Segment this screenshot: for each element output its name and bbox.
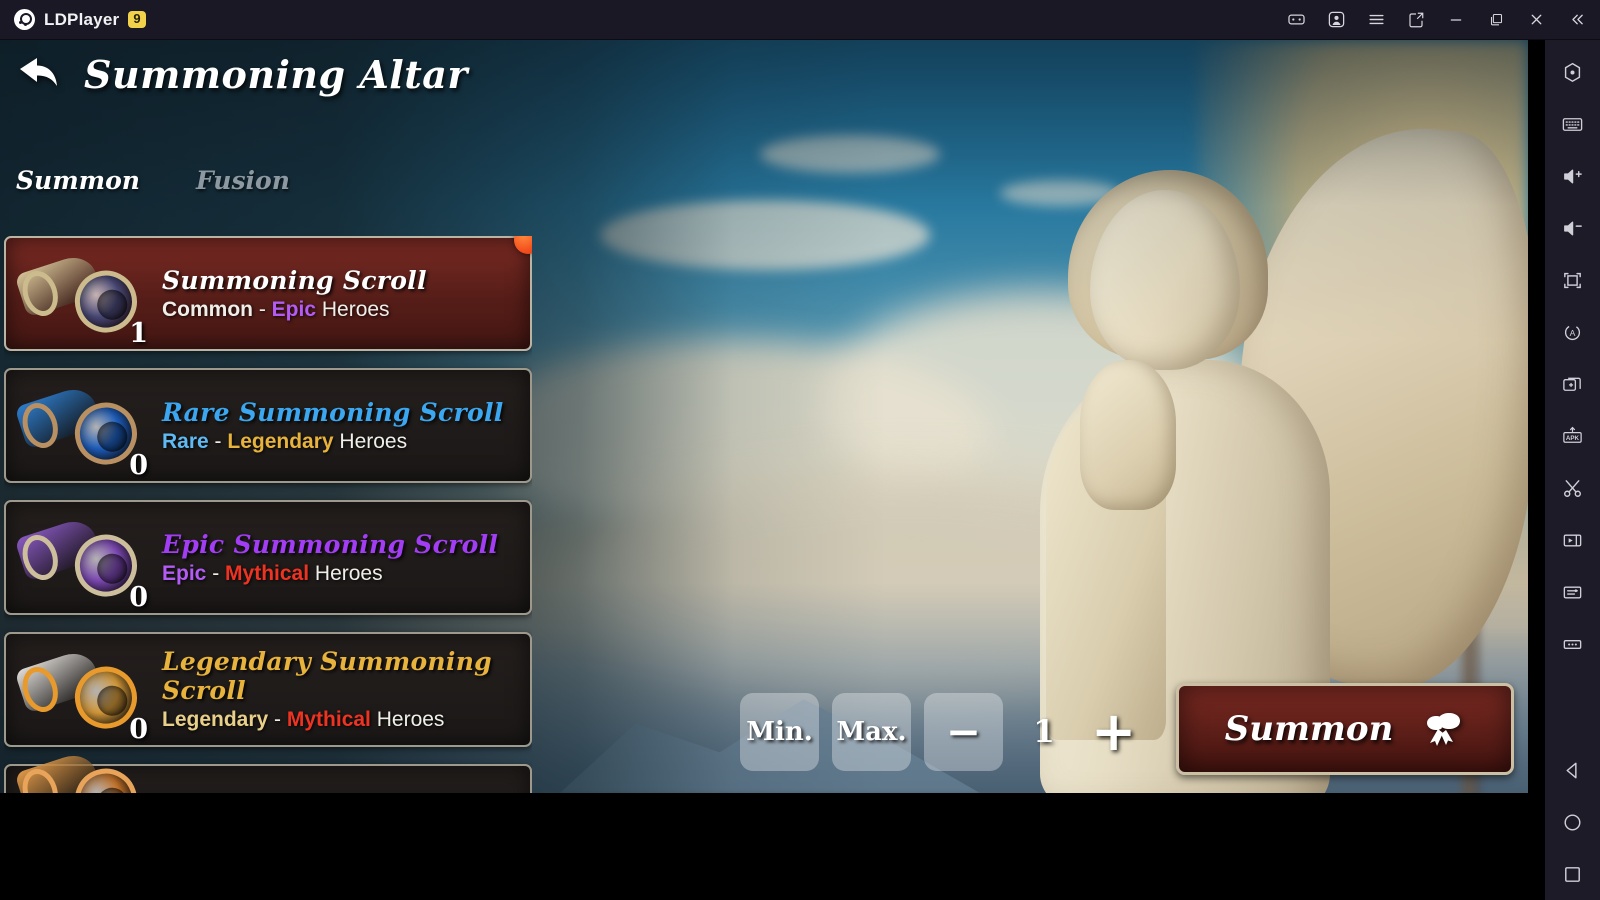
emulator-toolbar: A APK xyxy=(1545,40,1600,900)
ldplayer-logo-icon xyxy=(14,9,35,30)
page-header: Summoning Altar xyxy=(14,52,468,97)
brand-name: LDPlayer xyxy=(44,9,120,29)
game-ui: Summoning Altar Summon Fusion 1 Summoning… xyxy=(0,40,1528,793)
android-back-icon[interactable] xyxy=(1551,744,1595,796)
account-icon[interactable] xyxy=(1316,0,1356,40)
notification-dot xyxy=(514,236,532,254)
rarity-to: Epic xyxy=(271,297,317,321)
scroll-item-name: Legendary Summoning Scroll xyxy=(162,647,492,705)
increase-button[interactable]: + xyxy=(1085,705,1142,759)
scroll-item-text: Legendary Summoning Scroll Legendary - My… xyxy=(156,647,530,732)
scroll-item-name: Epic Summoning Scroll xyxy=(162,529,499,559)
summon-button-label: Summon xyxy=(1224,709,1394,749)
scroll-item-rarity-range: Epic - Mythical Heroes xyxy=(162,562,498,586)
volume-down-icon[interactable] xyxy=(1551,202,1595,254)
gamepad-icon[interactable] xyxy=(1276,0,1316,40)
max-button[interactable]: Max. xyxy=(832,693,911,771)
multi-instance-icon[interactable] xyxy=(1551,358,1595,410)
max-label: Max. xyxy=(836,717,907,747)
min-button[interactable]: Min. xyxy=(740,693,819,771)
scroll-item-quantity: 0 xyxy=(129,714,148,745)
tab-summon[interactable]: Summon xyxy=(16,166,140,195)
scroll-item-text: Summoning Scroll Common - Epic Heroes xyxy=(156,266,427,322)
scroll-item-name: Rare Summoning Scroll xyxy=(162,397,504,427)
rarity-separator: - xyxy=(268,708,287,731)
summon-scroll-list[interactable]: 1 Summoning Scroll Common - Epic Heroes 0 Ra… xyxy=(4,236,532,793)
rotate-icon[interactable]: A xyxy=(1551,306,1595,358)
decrease-button[interactable]: − xyxy=(924,693,1003,771)
rarity-separator: - xyxy=(253,297,272,321)
title-bar: LDPlayer 9 xyxy=(0,0,1600,40)
back-button[interactable] xyxy=(14,53,62,97)
game-viewport[interactable]: Summoning Altar Summon Fusion 1 Summoning… xyxy=(0,40,1528,793)
ldplayer-window: LDPlayer 9 A APK Summoning Altar Summon … xyxy=(0,0,1600,900)
brand: LDPlayer 9 xyxy=(0,9,146,30)
android-home-icon[interactable] xyxy=(1551,796,1595,848)
rarity-from: Legendary xyxy=(162,708,269,731)
android-recents-icon[interactable] xyxy=(1551,848,1595,900)
maximize-icon[interactable] xyxy=(1476,0,1516,40)
menu-icon[interactable] xyxy=(1356,0,1396,40)
svg-text:A: A xyxy=(1570,327,1576,337)
video-record-icon[interactable] xyxy=(1551,514,1595,566)
share-icon[interactable] xyxy=(1396,0,1436,40)
summon-button[interactable]: Summon xyxy=(1176,683,1514,775)
rarity-to: Legendary xyxy=(227,429,334,453)
collapse-sidebar-icon[interactable] xyxy=(1556,0,1596,40)
rarity-to: Mythical xyxy=(225,561,310,585)
rarity-from: Common xyxy=(162,297,253,321)
rarity-from: Rare xyxy=(162,429,209,453)
heroes-word: Heroes xyxy=(333,429,408,453)
quantity-controls: Min. Max. − 1 + xyxy=(740,693,1142,771)
heroes-word: Heroes xyxy=(309,561,383,585)
scroll-item[interactable]: 0 Legendary Summoning Scroll Legendary - M… xyxy=(4,632,532,747)
scroll-item-rarity-range: Common - Epic Heroes xyxy=(162,298,427,322)
scroll-item-name: Summoning Scroll xyxy=(162,265,427,295)
settings-icon[interactable] xyxy=(1551,46,1595,98)
minimize-icon[interactable] xyxy=(1436,0,1476,40)
operation-recorder-icon[interactable] xyxy=(1551,566,1595,618)
scroll-icon xyxy=(1419,709,1465,749)
titlebar-buttons xyxy=(1276,0,1600,40)
scroll-item-quantity: 0 xyxy=(129,450,148,481)
scroll-item-quantity: 0 xyxy=(129,582,148,613)
scroll-item[interactable]: 0 Epic Summoning Scroll Epic - Mythical He… xyxy=(4,500,532,615)
tab-fusion[interactable]: Fusion xyxy=(196,166,290,195)
min-label: Min. xyxy=(746,717,813,747)
tab-bar: Summon Fusion xyxy=(16,166,290,195)
scroll-item-quantity: 1 xyxy=(129,318,148,349)
heroes-word: Heroes xyxy=(370,708,445,731)
scroll-item-text: Rare Summoning Scroll Rare - Legendary He… xyxy=(156,398,504,454)
quantity-value: 1 xyxy=(1033,714,1055,750)
scroll-item-text: Epic Summoning Scroll Epic - Mythical Her… xyxy=(156,530,498,586)
version-badge: 9 xyxy=(128,10,146,29)
install-apk-icon[interactable]: APK xyxy=(1551,410,1595,462)
scroll-item[interactable] xyxy=(4,748,532,793)
scroll-item-artwork: 0 xyxy=(6,368,156,483)
rarity-to: Mythical xyxy=(286,708,371,731)
rarity-from: Epic xyxy=(162,561,207,585)
minus-label: − xyxy=(945,707,982,756)
scroll-item[interactable]: 1 Summoning Scroll Common - Epic Heroes xyxy=(4,236,532,351)
more-icon[interactable] xyxy=(1551,618,1595,670)
heroes-word: Heroes xyxy=(316,297,390,321)
scroll-item-rarity-range: Legendary - Mythical Heroes xyxy=(162,708,530,732)
keyboard-icon[interactable] xyxy=(1551,98,1595,150)
scroll-item-artwork: 1 xyxy=(6,236,156,351)
svg-text:APK: APK xyxy=(1566,434,1580,441)
scroll-item-rarity-range: Rare - Legendary Heroes xyxy=(162,430,504,454)
fullscreen-icon[interactable] xyxy=(1551,254,1595,306)
close-icon[interactable] xyxy=(1516,0,1556,40)
scroll-item[interactable]: 0 Rare Summoning Scroll Rare - Legendary H… xyxy=(4,368,532,483)
scroll-item-artwork: 0 xyxy=(6,500,156,615)
scissors-icon[interactable] xyxy=(1551,462,1595,514)
rarity-separator: - xyxy=(206,561,226,585)
rarity-separator: - xyxy=(208,429,228,453)
page-title: Summoning Altar xyxy=(84,52,468,97)
scroll-item-artwork: 0 xyxy=(6,632,156,747)
volume-up-icon[interactable] xyxy=(1551,150,1595,202)
